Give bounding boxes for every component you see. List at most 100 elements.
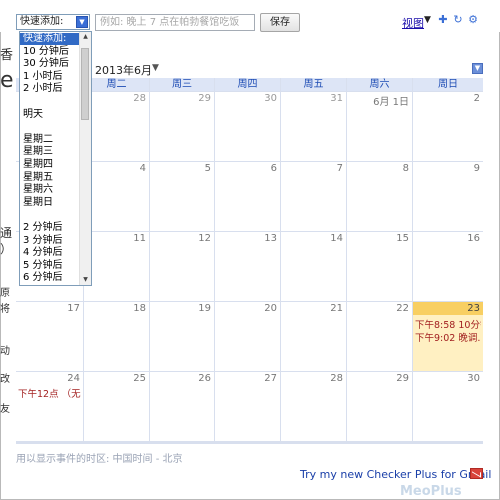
day-number[interactable]: 6	[271, 163, 277, 174]
dropdown-option[interactable]: 4 分钟后	[20, 247, 80, 259]
day-number[interactable]: 30	[264, 93, 277, 104]
day-cell[interactable]: 9	[413, 162, 483, 231]
day-cell[interactable]: 4	[84, 162, 149, 231]
quick-add-input[interactable]: 例如: 晚上 7 点在帕勃餐馆吃饭	[95, 14, 255, 31]
quick-add-select[interactable]: 快速添加: ▼	[16, 14, 90, 30]
day-number[interactable]: 23	[467, 303, 480, 314]
event-item[interactable]: 下午8:58 10分钟...	[415, 317, 481, 331]
dropdown-option[interactable]: 星期四	[20, 159, 80, 171]
chevron-down-icon[interactable]: ▼	[76, 16, 88, 28]
dropdown-option[interactable]: 星期日	[20, 197, 80, 209]
dropdown-option[interactable]: 1 小时后	[20, 71, 80, 83]
day-cell[interactable]: 18	[84, 302, 149, 371]
day-cell[interactable]: 21	[281, 302, 346, 371]
day-cell[interactable]: 24 下午12点 （无标题）	[16, 372, 83, 441]
day-cell[interactable]: 8	[347, 162, 412, 231]
day-cell[interactable]: 16	[413, 232, 483, 301]
dropdown-option[interactable]: 3 分钟后	[20, 235, 80, 247]
month-picker-chevron-icon[interactable]: ▼	[152, 63, 159, 73]
day-cell[interactable]: 20	[215, 302, 280, 371]
day-cell[interactable]: 22	[347, 302, 412, 371]
day-number[interactable]: 2	[474, 93, 480, 104]
day-number[interactable]: 17	[67, 303, 80, 314]
day-number[interactable]: 13	[264, 233, 277, 244]
dropdown-scrollbar[interactable]: ▲ ▼	[79, 32, 91, 285]
dropdown-option[interactable]: 2 小时后	[20, 83, 80, 95]
event-item[interactable]: 下午12点 （无标题）	[18, 386, 81, 400]
dropdown-option[interactable]: 2 分钟后	[20, 222, 80, 234]
day-number[interactable]: 18	[133, 303, 146, 314]
day-number[interactable]: 29	[396, 373, 409, 384]
day-cell[interactable]: 28	[281, 372, 346, 441]
scroll-down-icon[interactable]: ▼	[81, 275, 90, 284]
day-cell[interactable]: 29	[347, 372, 412, 441]
dropdown-option[interactable]: 星期三	[20, 146, 80, 158]
day-number[interactable]: 12	[198, 233, 211, 244]
dropdown-option[interactable]: 5 分钟后	[20, 260, 80, 272]
month-title[interactable]: 2013年6月	[95, 62, 152, 78]
day-cell[interactable]: 29	[150, 92, 214, 161]
day-number[interactable]: 24	[67, 373, 80, 384]
refresh-icon[interactable]: ↻	[452, 14, 464, 26]
day-cell[interactable]: 31	[281, 92, 346, 161]
save-button[interactable]: 保存	[260, 13, 300, 32]
day-cell[interactable]: 25	[84, 372, 149, 441]
day-number[interactable]: 26	[198, 373, 211, 384]
day-cell[interactable]: 15	[347, 232, 412, 301]
day-number[interactable]: 28	[330, 373, 343, 384]
dropdown-option[interactable]: 6 分钟后	[20, 272, 80, 284]
day-number[interactable]: 7	[337, 163, 343, 174]
dropdown-option[interactable]: 30 分钟后	[20, 58, 80, 70]
day-number[interactable]: 19	[198, 303, 211, 314]
day-number[interactable]: 16	[467, 233, 480, 244]
day-cell[interactable]: 19	[150, 302, 214, 371]
day-number[interactable]: 11	[133, 233, 146, 244]
options-icon[interactable]: ⚙	[467, 14, 479, 26]
day-number[interactable]: 27	[264, 373, 277, 384]
day-cell[interactable]: 28	[84, 92, 149, 161]
day-cell[interactable]: 30	[413, 372, 483, 441]
day-cell[interactable]: 26	[150, 372, 214, 441]
scrollbar-thumb[interactable]	[81, 48, 89, 120]
day-number[interactable]: 8	[403, 163, 409, 174]
day-number[interactable]: 14	[330, 233, 343, 244]
day-cell[interactable]: 30	[215, 92, 280, 161]
day-cell[interactable]: 12	[150, 232, 214, 301]
day-number[interactable]: 6月 1日	[373, 93, 409, 108]
day-number[interactable]: 5	[205, 163, 211, 174]
day-cell[interactable]: 2	[413, 92, 483, 161]
scroll-up-icon[interactable]: ▲	[81, 32, 90, 41]
dropdown-option[interactable]: 10 分钟后	[20, 46, 80, 58]
day-number[interactable]: 20	[264, 303, 277, 314]
day-cell[interactable]: 6月 1日	[347, 92, 412, 161]
day-number[interactable]: 15	[396, 233, 409, 244]
day-number[interactable]: 4	[140, 163, 146, 174]
day-cell-today[interactable]: 23 下午8:58 10分钟...下午9:02 晚调...	[413, 302, 483, 371]
dropdown-option[interactable]: 明天	[20, 109, 80, 121]
view-menu-link[interactable]: 视图	[402, 15, 424, 31]
dropdown-option[interactable]: 星期六	[20, 184, 80, 196]
day-cell[interactable]: 17	[16, 302, 83, 371]
day-number[interactable]: 25	[133, 373, 146, 384]
promo-link[interactable]: Try my new Checker Plus for Gmail	[300, 468, 491, 481]
day-cell[interactable]: 6	[215, 162, 280, 231]
dropdown-option[interactable]: 星期五	[20, 172, 80, 184]
day-number[interactable]: 22	[396, 303, 409, 314]
day-cell[interactable]: 13	[215, 232, 280, 301]
day-cell[interactable]: 5	[150, 162, 214, 231]
expand-icon[interactable]: ▼	[472, 63, 483, 74]
view-dropdown-icon[interactable]: ▼	[424, 15, 431, 25]
day-number[interactable]: 21	[330, 303, 343, 314]
day-number[interactable]: 30	[467, 373, 480, 384]
day-cell[interactable]: 27	[215, 372, 280, 441]
gmail-icon[interactable]	[470, 468, 483, 479]
quick-add-dropdown-list[interactable]: 6 分钟后 5 分钟后 4 分钟后 3 分钟后 2 分钟后 星期日 星期六 星期五 星期四 星期三…	[19, 31, 92, 286]
day-number[interactable]: 31	[330, 93, 343, 104]
day-cell[interactable]: 7	[281, 162, 346, 231]
dropdown-option[interactable]: 快速添加:	[20, 33, 80, 45]
day-number[interactable]: 28	[133, 93, 146, 104]
day-cell[interactable]: 14	[281, 232, 346, 301]
dropdown-option[interactable]: 星期二	[20, 134, 80, 146]
day-number[interactable]: 9	[474, 163, 480, 174]
add-event-icon[interactable]: ✚	[437, 14, 449, 26]
